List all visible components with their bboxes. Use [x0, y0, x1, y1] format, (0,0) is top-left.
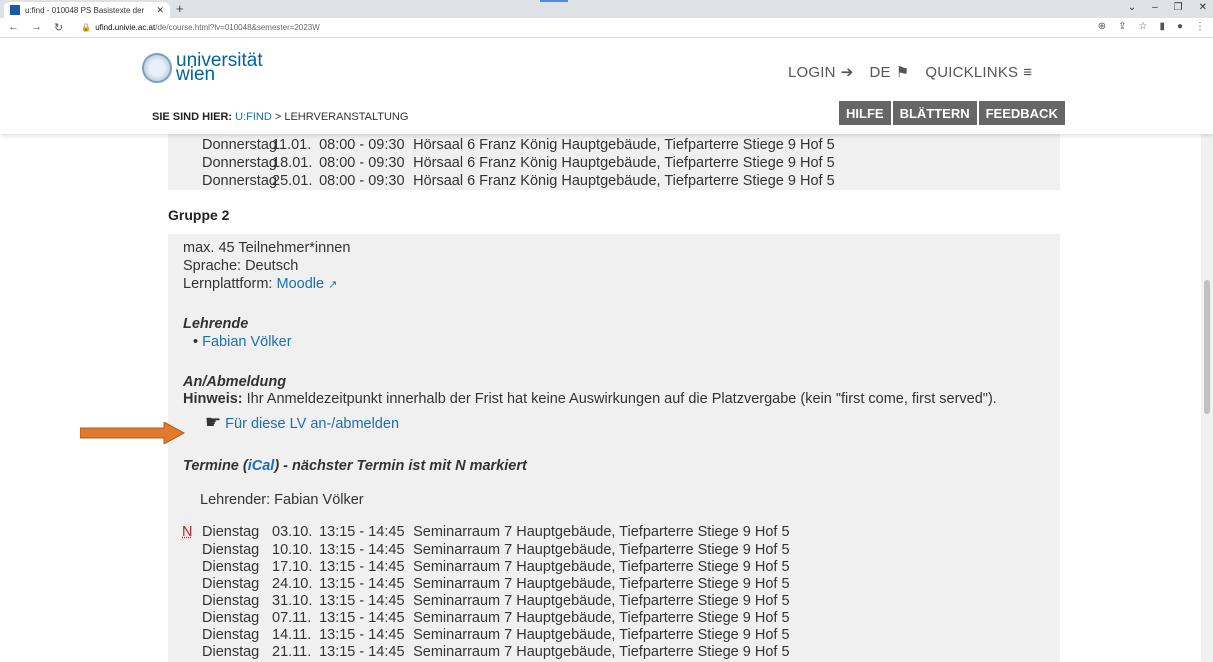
bookmark-star-icon[interactable]: ☆ [1138, 21, 1147, 32]
lecturers-heading: Lehrende [183, 316, 249, 332]
lecturer-item: • Fabian Völker [193, 334, 292, 350]
group1-date-row: Donnerstag 11.01. 08:00 - 09:30 Hörsaal … [202, 137, 835, 153]
group1-date-row: Donnerstag 18.01. 08:00 - 09:30 Hörsaal … [202, 155, 835, 171]
browser-toolbar-icons: ⊕ ⇪ ☆ ▮ ● ⋮ [1098, 21, 1205, 32]
close-window-icon[interactable]: ✕ [1199, 2, 1207, 13]
feedback-button[interactable]: FEEDBACK [978, 101, 1065, 125]
favicon-icon [10, 5, 20, 15]
restore-icon[interactable]: ❐ [1174, 2, 1183, 13]
reload-icon[interactable]: ↻ [54, 21, 63, 34]
login-link[interactable]: LOGIN ➔ [788, 63, 854, 82]
date-row: Dienstag 17.10. 13:15 - 14:45 Seminarrau… [202, 559, 790, 575]
external-link-icon: ↗ [328, 279, 338, 291]
nav-buttons: ← → ↻ [8, 21, 63, 34]
url-path: /de/course.html?lv=010048&semester=2023W [155, 23, 320, 32]
tab-title: u:find - 010048 PS Basistexte der [25, 5, 145, 15]
browser-tab[interactable]: u:find - 010048 PS Basistexte der ✕ [4, 2, 170, 18]
university-seal-icon [142, 53, 172, 83]
group1-date-row: Donnerstag 25.01. 08:00 - 09:30 Hörsaal … [202, 173, 835, 189]
breadcrumb-current: > LEHRVERANSTALTUNG [271, 111, 409, 123]
breadcrumb-ufind-link[interactable]: U:FIND [235, 111, 272, 123]
language: Sprache: Deutsch [183, 258, 299, 274]
close-tab-icon[interactable]: ✕ [156, 5, 164, 16]
menu-icon[interactable]: ⋮ [1195, 21, 1205, 32]
lecturer-link[interactable]: Fabian Völker [202, 334, 291, 350]
header-buttons: HILFE BLÄTTERN FEEDBACK [839, 101, 1065, 125]
date-row: Dienstag 10.10. 13:15 - 14:45 Seminarrau… [202, 542, 790, 558]
registration-hint: Hinweis: Ihr Anmeldezeitpunkt innerhalb … [183, 391, 997, 407]
date-row: Dienstag 07.11. 13:15 - 14:45 Seminarrau… [202, 610, 790, 626]
univie-logo[interactable]: universität wien [142, 51, 263, 84]
register-link[interactable]: Für diese LV an-/abmelden [225, 416, 399, 432]
quicklinks-menu-icon: ≡ [1023, 63, 1033, 81]
max-participants: max. 45 Teilnehmer*innen [183, 240, 351, 256]
register-row: ☛ Für diese LV an-/abmelden [205, 412, 399, 433]
platform: Lernplattform: Moodle ↗ [183, 276, 338, 292]
main-content: Donnerstag 11.01. 08:00 - 09:30 Hörsaal … [0, 134, 1213, 662]
moodle-link[interactable]: Moodle [277, 276, 325, 292]
lock-icon[interactable]: 🔒 [81, 23, 91, 32]
url-field[interactable]: ufind.univie.ac.at/de/course.html?lv=010… [95, 23, 320, 32]
lecturer-line: Lehrender: Fabian Völker [200, 492, 364, 508]
browser-tabbar: u:find - 010048 PS Basistexte der ✕ + ⌄ … [0, 0, 1213, 18]
new-tab-icon[interactable]: + [176, 1, 184, 16]
url-host: ufind.univie.ac.at [95, 23, 156, 32]
back-icon[interactable]: ← [8, 21, 19, 34]
hand-pointer-icon: ☛ [205, 412, 222, 432]
address-bar: ← → ↻ 🔒 ufind.univie.ac.at/de/course.htm… [0, 18, 1213, 38]
date-row: Dienstag 14.11. 13:15 - 14:45 Seminarrau… [202, 627, 790, 643]
date-row: Dienstag 21.11. 13:15 - 14:45 Seminarrau… [202, 644, 790, 660]
browse-button[interactable]: BLÄTTERN [892, 101, 977, 125]
tab-search-icon[interactable]: ⌄ [1128, 2, 1136, 13]
help-button[interactable]: HILFE [839, 101, 891, 125]
forward-icon[interactable]: → [31, 21, 42, 34]
termine-heading: Termine (iCal) - nächster Termin ist mit… [183, 458, 527, 474]
profile-icon[interactable]: ● [1177, 21, 1183, 32]
window-controls: ⌄ – ❐ ✕ [1128, 2, 1207, 13]
date-row-next: Dienstag 03.10. 13:15 - 14:45 Seminarrau… [202, 524, 790, 540]
share-icon[interactable]: ⇪ [1118, 21, 1126, 32]
scrollbar-thumb[interactable] [1204, 280, 1210, 414]
date-row: Dienstag 31.10. 13:15 - 14:45 Seminarrau… [202, 593, 790, 609]
page-scrollbar[interactable] [1201, 56, 1213, 662]
registration-heading: An/Abmeldung [183, 374, 287, 390]
group2-heading: Gruppe 2 [168, 207, 230, 223]
zoom-icon[interactable]: ⊕ [1098, 21, 1106, 32]
date-row: Dienstag 24.10. 13:15 - 14:45 Seminarrau… [202, 576, 790, 592]
next-marker: N [182, 524, 193, 540]
ical-link[interactable]: iCal [248, 458, 275, 474]
top-nav: LOGIN ➔ DE ⚑ QUICKLINKS ≡ [788, 63, 1032, 82]
sidepanel-icon[interactable]: ▮ [1159, 21, 1165, 32]
language-link[interactable]: DE ⚑ [869, 63, 910, 82]
site-header: universität wien LOGIN ➔ DE ⚑ QUICKLINKS ≡ … [0, 38, 1213, 134]
drag-indicator [540, 0, 568, 2]
minimize-icon[interactable]: – [1152, 2, 1158, 13]
annotation-arrow-icon [80, 422, 186, 444]
quicklinks-link[interactable]: QUICKLINKS ≡ [925, 63, 1032, 81]
flag-icon: ⚑ [895, 64, 910, 81]
login-arrow-icon: ➔ [840, 64, 854, 81]
breadcrumb: SIE SIND HIER: U:FIND > LEHRVERANSTALTUN… [152, 111, 409, 123]
